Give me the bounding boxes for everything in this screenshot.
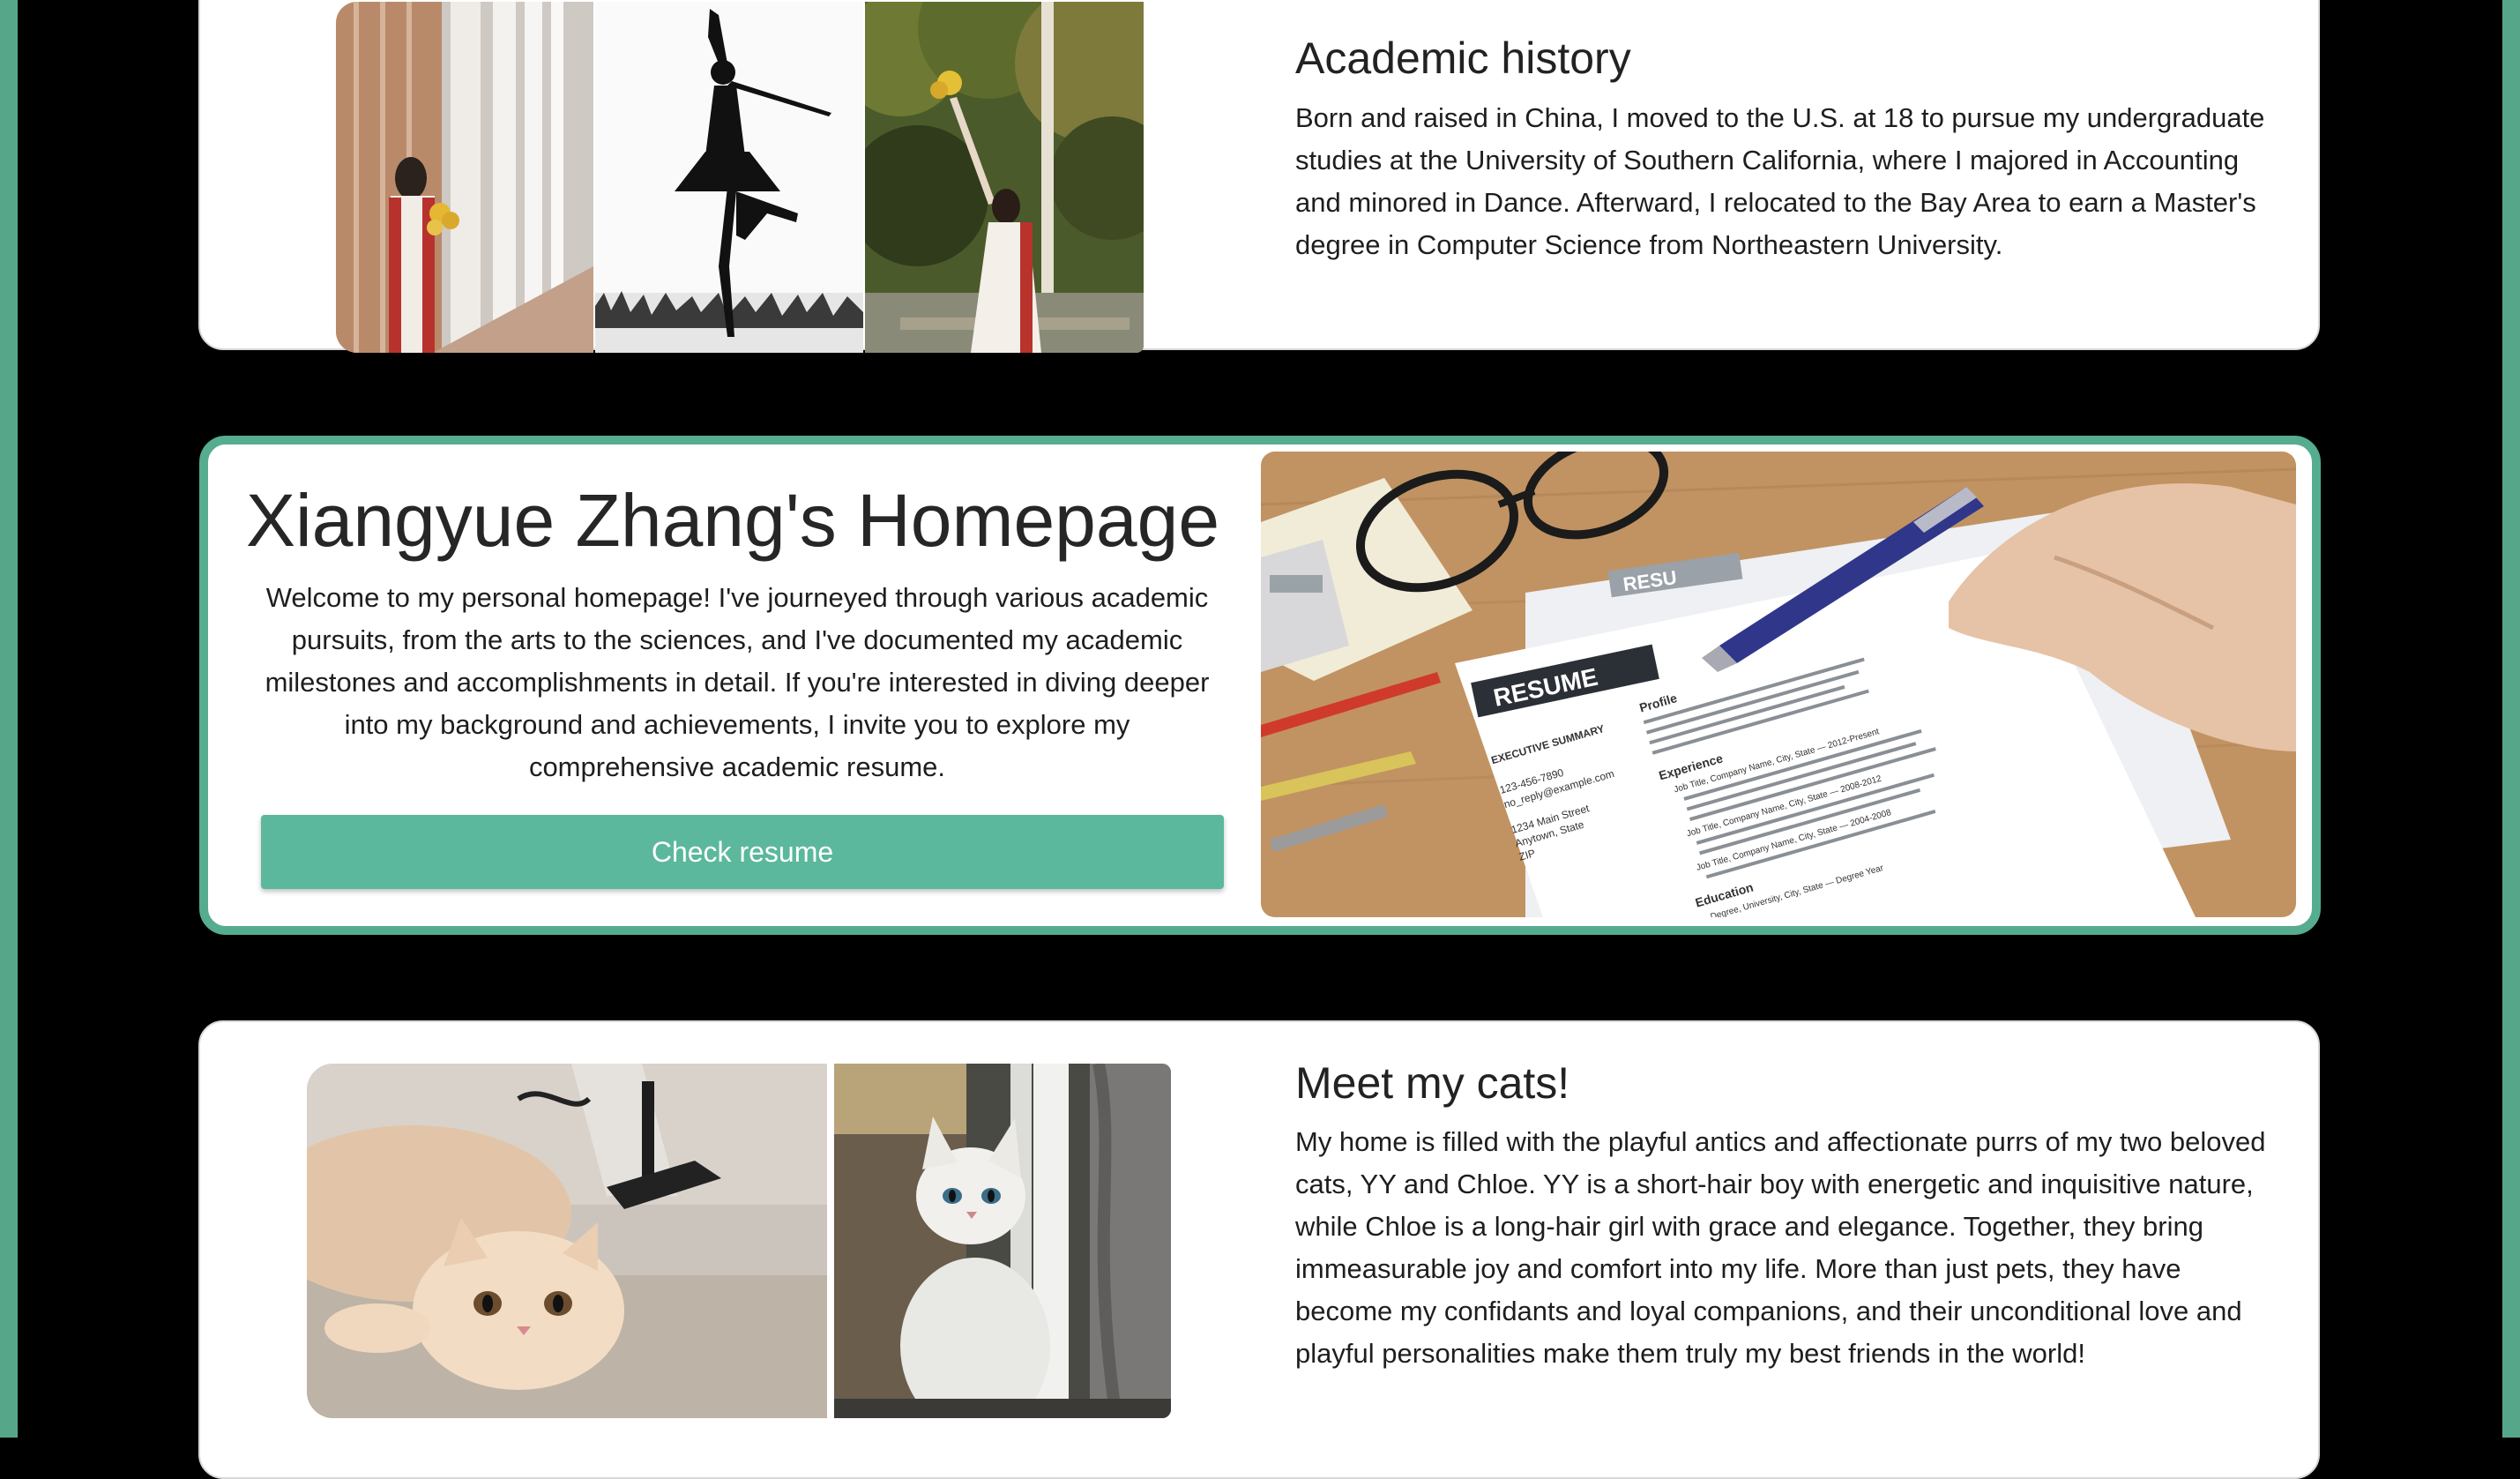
check-resume-button[interactable]: Check resume: [261, 815, 1224, 889]
right-accent-bar: [2502, 0, 2520, 1438]
page-title: Xiangyue Zhang's Homepage: [245, 479, 1220, 562]
academic-history-heading: Academic history: [1295, 34, 1631, 83]
cats-text: My home is filled with the playful antic…: [1295, 1126, 2266, 1369]
resume-photo: RESU RESUME EXECUTIVE SUMMARY 123-456-78…: [1261, 452, 2296, 917]
cats-card: Meet my cats! My home is filled with the…: [198, 1020, 2320, 1479]
ballet-silhouette-photo: [595, 2, 863, 353]
left-accent-bar: [0, 0, 18, 1438]
homepage-hero-card: Xiangyue Zhang's Homepage Welcome to my …: [199, 436, 2321, 935]
cat-chloe-photo: [834, 1064, 1171, 1418]
cats-heading: Meet my cats!: [1295, 1058, 1570, 1108]
academic-history-card: Academic history Born and raised in Chin…: [198, 0, 2320, 353]
welcome-text: Welcome to my personal homepage! I've jo…: [265, 582, 1210, 782]
graduation-photo-garden: [865, 2, 1144, 353]
academic-history-text: Born and raised in China, I moved to the…: [1295, 102, 2265, 260]
graduation-photo-columns: [336, 2, 593, 353]
cat-yy-photo: [307, 1064, 827, 1418]
